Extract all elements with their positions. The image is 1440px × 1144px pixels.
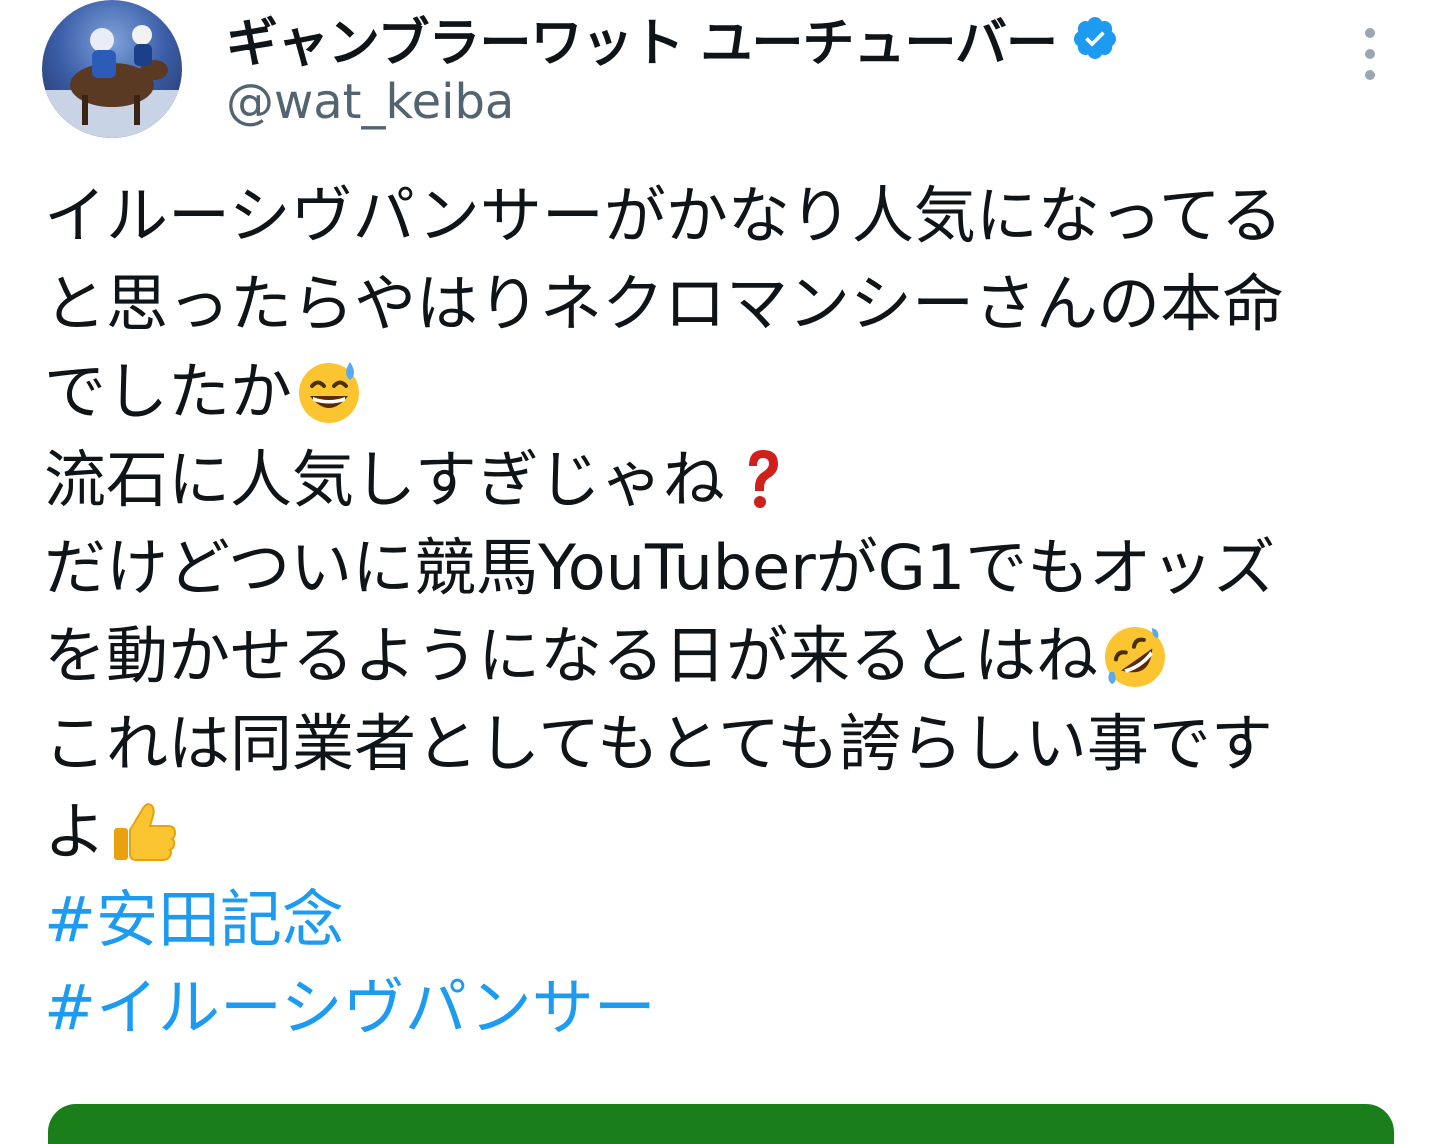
tweet-line: でしたか — [44, 348, 1414, 436]
more-dot — [1365, 70, 1375, 80]
tweet-line: イルーシヴパンサーがかなり人気になってる — [44, 172, 1414, 260]
tweet-line-text: よ — [44, 795, 107, 868]
author-display-name[interactable]: ギャンブラーワット ユーチューバー — [226, 1, 1058, 76]
tweet-line: これは同業者としてもとても誇らしい事です — [44, 700, 1414, 788]
more-vertical-icon[interactable] — [1352, 28, 1388, 80]
author-name-row: ギャンブラーワット ユーチューバー — [226, 4, 1326, 74]
author-avatar[interactable] — [42, 0, 182, 138]
thumbs-up-emoji-icon — [108, 796, 178, 866]
tweet-text: イルーシヴパンサーがかなり人気になってる と思ったらやはりネクロマンシーさんの本… — [44, 172, 1414, 1052]
verified-badge-icon — [1074, 17, 1117, 59]
hashtag-link[interactable]: #安田記念 — [44, 876, 1414, 964]
tweet-line: よ — [44, 788, 1414, 876]
tweet-line: だけどついに競馬YouTuberがG1でもオッズ — [44, 524, 1414, 612]
tweet-line-text: と思ったらやはりネクロマンシーさんの本命 — [44, 267, 1285, 340]
horse-racing-avatar-icon — [42, 25, 182, 138]
red-question-mark-emoji-icon — [727, 444, 797, 514]
tweet-line-text: 流石に人気しすぎじゃね — [44, 443, 725, 516]
rolling-on-floor-laughing-emoji-icon — [1100, 620, 1170, 690]
more-dot — [1365, 49, 1375, 59]
tweet: ギャンブラーワット ユーチューバー @wat_keiba イルーシヴパンサーがか… — [0, 0, 1440, 1144]
tweet-line: を動かせるようになる日が来るとはね — [44, 612, 1414, 700]
tweet-line-text: イルーシヴパンサーがかなり人気になってる — [44, 179, 1283, 252]
more-dot — [1365, 28, 1375, 38]
author-handle[interactable]: @wat_keiba — [226, 74, 1326, 130]
tweet-line: 流石に人気しすぎじゃね — [44, 436, 1414, 524]
tweet-line-text: だけどついに競馬YouTuberがG1でもオッズ — [44, 531, 1276, 604]
tweet-line-text: これは同業者としてもとても誇らしい事です — [44, 707, 1273, 780]
tweet-line-text: でしたか — [44, 355, 293, 428]
grinning-sweat-emoji-icon — [294, 356, 364, 426]
author-info: ギャンブラーワット ユーチューバー @wat_keiba — [226, 4, 1326, 130]
tweet-line: と思ったらやはりネクロマンシーさんの本命 — [44, 260, 1414, 348]
hashtag-link[interactable]: #イルーシヴパンサー — [44, 964, 1414, 1052]
tweet-line-text: を動かせるようになる日が来るとはね — [44, 619, 1099, 692]
media-card-preview[interactable] — [48, 1104, 1394, 1144]
